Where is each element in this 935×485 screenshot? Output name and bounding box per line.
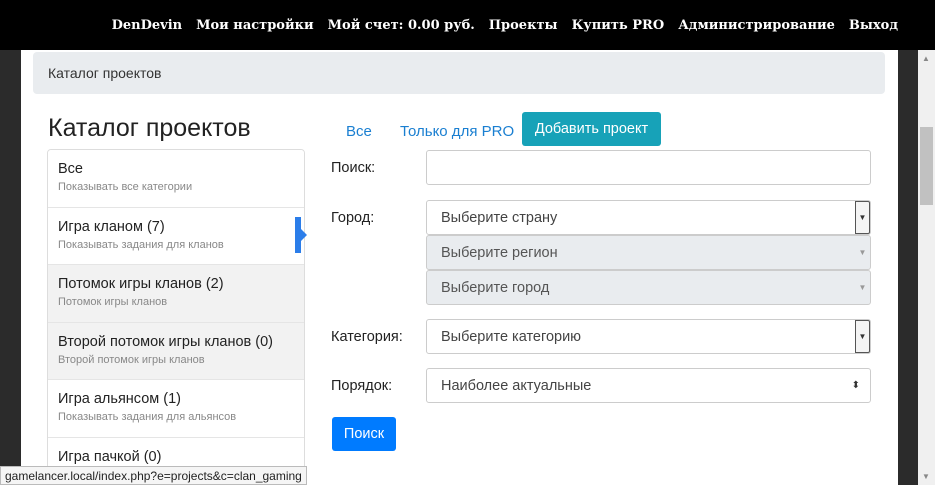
category-name: Второй потомок игры кланов (0): [58, 333, 273, 350]
nav-logout[interactable]: Выход: [849, 18, 898, 33]
category-label: Категория:: [331, 329, 403, 345]
category-name: Потомок игры кланов (2): [58, 276, 224, 292]
add-project-button[interactable]: Добавить проект: [522, 112, 661, 146]
nav-buy-pro[interactable]: Купить PRO: [572, 18, 665, 33]
category-description: Показывать задания для альянсов: [58, 411, 237, 423]
tab-all[interactable]: Все: [346, 123, 372, 140]
scroll-down-icon[interactable]: ▼: [922, 472, 930, 481]
status-bar-url: gamelancer.local/index.php?e=projects&c=…: [0, 466, 307, 485]
sort-updown-icon: ⬍: [851, 380, 860, 391]
category-item-clan-game[interactable]: Игра кланом (7) Показывать задания для к…: [48, 207, 304, 265]
nav-links: DenDevin Мои настройки Мой счет: 0.00 ру…: [112, 0, 898, 50]
order-select[interactable]: Наиболее актуальные ⬍: [426, 368, 871, 403]
category-name: Все: [58, 161, 83, 177]
country-select-value: Выберите страну: [441, 209, 558, 226]
search-input[interactable]: [426, 150, 871, 185]
top-navbar: DenDevin Мои настройки Мой счет: 0.00 ру…: [0, 0, 935, 50]
nav-administration[interactable]: Администрирование: [678, 18, 835, 33]
scroll-thumb[interactable]: [920, 127, 933, 205]
search-label: Поиск:: [331, 160, 376, 176]
category-select-value: Выберите категорию: [441, 328, 582, 345]
category-item-clan-second-child[interactable]: Второй потомок игры кланов (0) Второй по…: [48, 322, 304, 380]
nav-settings[interactable]: Мои настройки: [196, 18, 314, 33]
category-description: Потомок игры кланов: [58, 296, 168, 308]
city-select-value: Выберите город: [441, 279, 550, 296]
category-name: Игра кланом (7): [58, 218, 165, 235]
country-select[interactable]: Выберите страну ▼: [426, 200, 871, 235]
category-name: Игра альянсом (1): [58, 391, 182, 407]
page-scrollbar[interactable]: ▲ ▼: [918, 50, 935, 485]
category-description: Показывать все категории: [58, 181, 193, 193]
category-select[interactable]: Выберите категорию ▼: [426, 319, 871, 354]
tab-pro-only[interactable]: Только для PRO: [400, 123, 514, 140]
category-list: Все Показывать все категории Игра кланом…: [47, 149, 305, 485]
nav-projects[interactable]: Проекты: [489, 18, 558, 33]
active-category-arrow-icon: [301, 229, 307, 241]
chevron-down-icon: ▼: [858, 248, 867, 257]
category-description: Второй потомок игры кланов: [58, 353, 205, 366]
search-button[interactable]: Поиск: [332, 417, 396, 451]
category-item-clan-child[interactable]: Потомок игры кланов (2) Потомок игры кла…: [48, 265, 304, 323]
city-select: Выберите город ▼: [426, 270, 871, 305]
nav-username[interactable]: DenDevin: [112, 18, 182, 33]
category-description: Показывать задания для кланов: [58, 238, 224, 251]
city-label: Город:: [331, 210, 375, 226]
category-name: Игра пачкой (0): [58, 448, 162, 465]
chevron-down-icon: ▼: [855, 320, 870, 353]
breadcrumb: Каталог проектов: [33, 52, 885, 94]
chevron-down-icon: ▼: [858, 283, 867, 292]
order-select-value: Наиболее актуальные: [441, 377, 592, 394]
region-select-value: Выберите регион: [441, 244, 558, 261]
scroll-up-icon[interactable]: ▲: [922, 54, 930, 63]
nav-account-balance[interactable]: Мой счет: 0.00 руб.: [328, 18, 475, 33]
order-label: Порядок:: [331, 378, 393, 394]
chevron-down-icon: ▼: [855, 201, 870, 234]
page-title: Каталог проектов: [48, 114, 251, 142]
page-container: Каталог проектов Каталог проектов Все По…: [21, 50, 898, 485]
region-select: Выберите регион ▼: [426, 235, 871, 270]
category-item-all[interactable]: Все Показывать все категории: [48, 150, 304, 208]
category-item-alliance-game[interactable]: Игра альянсом (1) Показывать задания для…: [48, 380, 304, 438]
